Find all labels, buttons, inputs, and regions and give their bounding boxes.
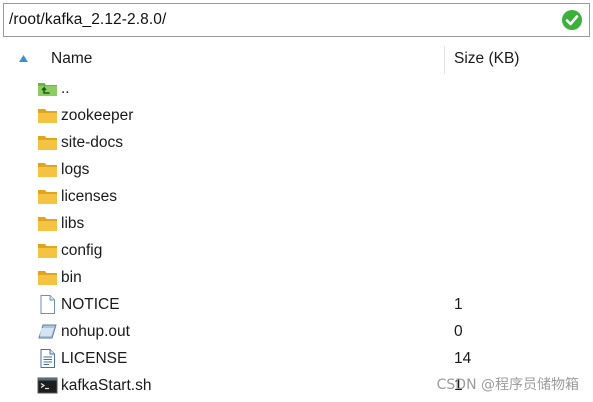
file-name: kafkaStart.sh — [61, 377, 152, 394]
file-name: logs — [61, 161, 90, 178]
folder-icon — [38, 136, 57, 150]
file-name: NOTICE — [61, 296, 120, 313]
text-file-icon — [40, 349, 55, 368]
file-browser-window: Name Size (KB) .. zookeeper — [0, 0, 593, 402]
blank-file-icon — [40, 295, 55, 314]
file-name: bin — [61, 269, 82, 286]
checkmark-go-icon[interactable] — [561, 9, 583, 31]
list-item[interactable]: logs — [0, 156, 593, 183]
folder-icon — [38, 190, 57, 204]
list-item[interactable]: libs — [0, 210, 593, 237]
folder-icon — [38, 109, 57, 123]
file-name: nohup.out — [61, 323, 130, 340]
file-size: 0 — [454, 323, 463, 340]
shell-script-icon — [37, 377, 58, 394]
size-column-header[interactable]: Size (KB) — [454, 43, 519, 75]
list-item[interactable]: NOTICE 1 — [0, 291, 593, 318]
list-item[interactable]: licenses — [0, 183, 593, 210]
parent-folder-icon — [38, 83, 57, 96]
file-size: 14 — [454, 350, 472, 367]
file-name: config — [61, 242, 103, 259]
watermark-text: CSDN @程序员储物箱 — [436, 377, 579, 393]
list-item[interactable]: .. — [0, 75, 593, 102]
generic-file-icon — [38, 324, 57, 339]
sort-ascending-icon[interactable] — [19, 55, 28, 62]
file-size: 1 — [454, 296, 463, 313]
folder-icon — [38, 217, 57, 231]
folder-icon — [38, 244, 57, 258]
folder-icon — [38, 271, 57, 285]
list-item[interactable]: site-docs — [0, 129, 593, 156]
folder-icon — [38, 163, 57, 177]
file-list: .. zookeeper site-docs logs licenses lib… — [0, 75, 593, 399]
name-column-header[interactable]: Name — [51, 43, 92, 75]
list-item[interactable]: config — [0, 237, 593, 264]
file-name: licenses — [61, 188, 117, 205]
file-name: libs — [61, 215, 85, 232]
path-bar — [3, 3, 590, 37]
column-divider[interactable] — [444, 46, 445, 74]
list-header: Name Size (KB) — [0, 43, 593, 75]
list-item[interactable]: bin — [0, 264, 593, 291]
file-name: .. — [61, 80, 70, 97]
file-name: zookeeper — [61, 107, 134, 124]
list-item[interactable]: nohup.out 0 — [0, 318, 593, 345]
path-input[interactable] — [4, 4, 561, 36]
file-name: site-docs — [61, 134, 124, 151]
list-item[interactable]: LICENSE 14 — [0, 345, 593, 372]
file-name: LICENSE — [61, 350, 128, 367]
list-item[interactable]: zookeeper — [0, 102, 593, 129]
